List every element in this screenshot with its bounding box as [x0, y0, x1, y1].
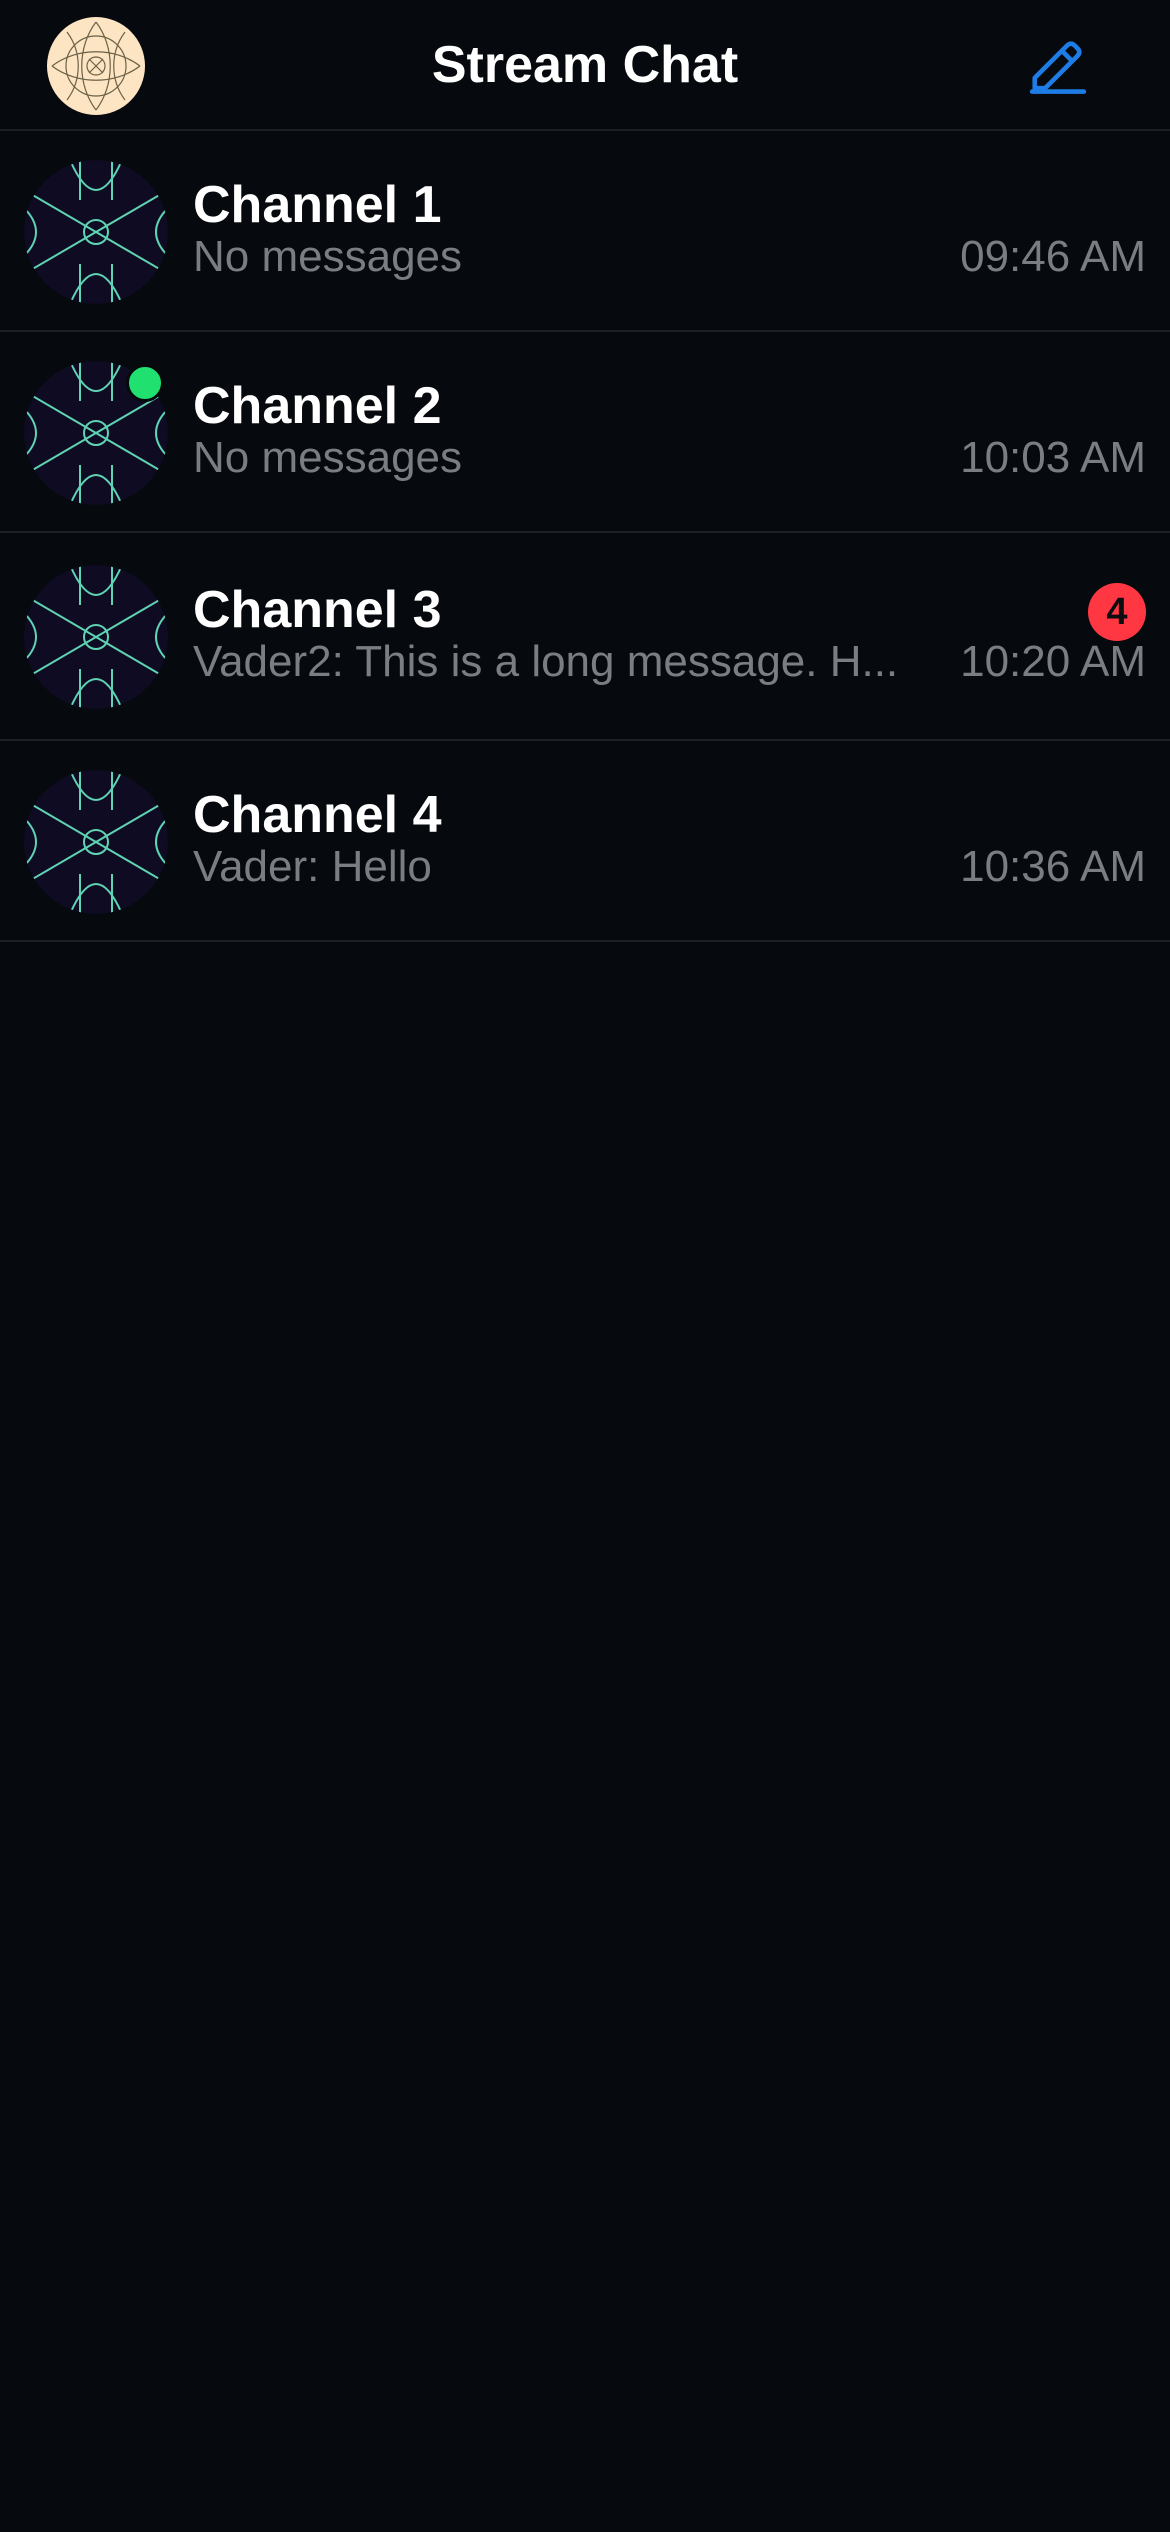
- last-message-time: 10:36 AM: [960, 842, 1146, 891]
- channel-name: Channel 2: [193, 377, 442, 435]
- new-chat-button[interactable]: [1018, 30, 1098, 100]
- last-message-time: 09:46 AM: [960, 232, 1146, 281]
- channel-row[interactable]: Channel 3 4 Vader2: This is a long messa…: [0, 533, 1170, 741]
- channel-name: Channel 4: [193, 786, 442, 844]
- channel-row[interactable]: Channel 1 No messages 09:46 AM: [0, 131, 1170, 332]
- online-indicator: [126, 364, 164, 402]
- channel-list-screen: Stream Chat Channel 1 No messages 09:46 …: [0, 0, 1170, 2532]
- channel-avatar: [24, 770, 168, 914]
- channel-pattern-icon: [24, 160, 168, 304]
- channel-row[interactable]: Channel 4 Vader: Hello 10:36 AM: [0, 741, 1170, 942]
- navigation-bar: Stream Chat: [0, 0, 1170, 131]
- last-message-preview: Vader: Hello: [193, 842, 432, 891]
- pencil-icon: [1029, 41, 1087, 94]
- user-avatar-pattern-icon: [47, 17, 145, 115]
- last-message-preview: Vader2: This is a long message. H...: [193, 637, 899, 686]
- channel-name: Channel 1: [193, 176, 442, 234]
- user-avatar[interactable]: [47, 17, 145, 115]
- channel-row[interactable]: Channel 2 No messages 10:03 AM: [0, 332, 1170, 533]
- channel-avatar: [24, 565, 168, 709]
- last-message-time: 10:20 AM: [960, 637, 1146, 686]
- last-message-time: 10:03 AM: [960, 433, 1146, 482]
- page-title: Stream Chat: [431, 36, 739, 94]
- unread-count-badge: 4: [1088, 583, 1146, 641]
- last-message-preview: No messages: [193, 232, 463, 281]
- channel-avatar: [24, 160, 168, 304]
- channel-pattern-icon: [24, 565, 168, 709]
- channel-pattern-icon: [24, 770, 168, 914]
- channel-name: Channel 3: [193, 581, 442, 639]
- last-message-preview: No messages: [193, 433, 463, 482]
- channel-list: Channel 1 No messages 09:46 AM Channel 2…: [0, 131, 1170, 942]
